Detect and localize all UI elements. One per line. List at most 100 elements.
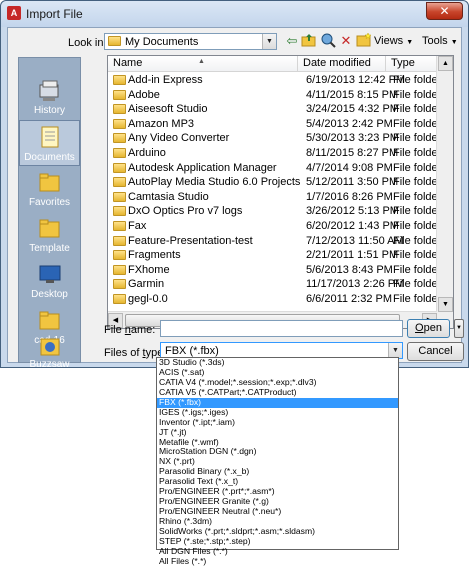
column-header-type[interactable]: Type	[386, 56, 437, 72]
file-type-option[interactable]: STEP (*.ste;*.stp;*.step)	[157, 537, 398, 547]
file-type-option[interactable]: SolidWorks (*.prt;*.sldprt;*.asm;*.sldas…	[157, 527, 398, 537]
file-type-option[interactable]: Inventor (*.ipt;*.iam)	[157, 418, 398, 428]
history-icon	[39, 80, 58, 101]
file-type-cell: File folder	[393, 161, 442, 174]
file-row[interactable]: Arduino 8/11/2015 8:27 PM File folder	[108, 146, 441, 161]
file-row[interactable]: DxO Optics Pro v7 logs 3/26/2012 5:13 PM F…	[108, 204, 441, 219]
file-type-option[interactable]: CATIA V5 (*.CATPart;*.CATProduct)	[157, 388, 398, 398]
file-type-option[interactable]: Metafile (*.wmf)	[157, 438, 398, 448]
places-item-desktop[interactable]: Desktop	[19, 258, 80, 304]
file-type-option[interactable]: Rhino (*.3dm)	[157, 517, 398, 527]
column-header-date[interactable]: Date modified	[298, 56, 386, 72]
search-web-icon[interactable]	[320, 32, 336, 50]
views-menu[interactable]: Views ▼	[374, 32, 418, 50]
date-modified-cell: 6/20/2012 1:43 PM	[306, 219, 399, 232]
file-row[interactable]: Any Video Converter 5/30/2013 3:23 PM File…	[108, 131, 441, 146]
places-item-buzzsaw[interactable]: Buzzsaw	[19, 338, 80, 370]
folder-icon	[113, 177, 126, 188]
file-type-cell: File folder	[393, 249, 442, 262]
file-list[interactable]: Name ▲ Date modified Type Add-in Express…	[107, 55, 454, 329]
file-row[interactable]: Amazon MP3 5/4/2013 2:42 PM File folder	[108, 117, 441, 132]
up-folder-icon[interactable]	[301, 32, 317, 50]
tools-menu[interactable]: Tools ▼	[422, 32, 460, 50]
date-modified-cell: 5/4/2013 2:42 PM	[306, 117, 393, 130]
file-name-cell: Any Video Converter	[128, 132, 230, 145]
file-row[interactable]: Feature-Presentation-test 7/12/2013 11:50…	[108, 234, 441, 249]
scroll-up-icon[interactable]: ▲	[438, 56, 453, 71]
file-type-option[interactable]: Pro/ENGINEER (*.prt*;*.asm*)	[157, 487, 398, 497]
file-row[interactable]: Garmin 11/17/2013 2:26 PM File folder	[108, 277, 441, 292]
cancel-button[interactable]: Cancel	[407, 342, 464, 361]
date-modified-cell: 7/12/2013 11:50 AM	[306, 234, 404, 247]
file-row[interactable]: Fragments 2/21/2011 1:51 PM File folder	[108, 248, 441, 263]
file-type-options-list[interactable]: 3D Studio (*.3ds) ACIS (*.sat) CATIA V4 (*…	[156, 357, 399, 566]
places-item-history[interactable]: History	[19, 74, 80, 120]
chevron-down-icon[interactable]: ▼	[388, 343, 402, 358]
file-type-option[interactable]: Pro/ENGINEER Neutral (*.neu*)	[157, 507, 398, 517]
open-button[interactable]: Open	[407, 319, 450, 338]
scroll-down-icon[interactable]: ▼	[438, 297, 453, 312]
file-row[interactable]: Camtasia Studio 1/7/2016 8:26 PM File fold…	[108, 190, 441, 205]
title-bar[interactable]: A Import File ✕	[1, 1, 468, 27]
places-item-template[interactable]: Template	[19, 212, 80, 258]
date-modified-cell: 5/12/2011 3:50 PM	[306, 176, 399, 189]
folder-icon	[113, 235, 126, 246]
file-type-option[interactable]: ACIS (*.sat)	[157, 368, 398, 378]
file-row[interactable]: Autodesk Application Manager 4/7/2014 9:0…	[108, 161, 441, 176]
file-row[interactable]: gegl-0.0 6/6/2011 2:32 PM File folder	[108, 292, 441, 307]
file-row[interactable]: AutoPlay Media Studio 6.0 Projects 5/12/2…	[108, 175, 441, 190]
look-in-dropdown[interactable]: My Documents ▼	[104, 33, 277, 50]
places-item-documents[interactable]: Documents	[19, 120, 80, 166]
file-row[interactable]: Aiseesoft Studio 3/24/2015 4:32 PM File fo…	[108, 102, 441, 117]
column-header-name[interactable]: Name ▲	[108, 56, 298, 72]
open-options-button[interactable]: ▼	[454, 319, 464, 338]
places-label: Buzzsaw	[29, 359, 70, 370]
vertical-scrollbar[interactable]: ▲ ▼	[436, 56, 453, 328]
file-name-cell: Camtasia Studio	[128, 190, 209, 203]
file-row[interactable]: Add-in Express 6/19/2013 12:42 PM File fol…	[108, 73, 441, 88]
folder-icon	[113, 264, 126, 275]
file-type-option[interactable]: Pro/ENGINEER Granite (*.g)	[157, 497, 398, 507]
folder-icon	[113, 89, 126, 100]
file-type-option[interactable]: MicroStation DGN (*.dgn)	[157, 447, 398, 457]
file-type-option[interactable]: All Files (*.*)	[157, 557, 398, 567]
file-type-option[interactable]: 3D Studio (*.3ds)	[157, 358, 398, 368]
file-name-input[interactable]	[160, 320, 403, 337]
chevron-down-icon[interactable]: ▼	[262, 34, 276, 49]
places-item-favorites[interactable]: Favorites	[19, 166, 80, 212]
file-type-option[interactable]: FBX (*.fbx)	[157, 397, 398, 408]
date-modified-cell: 1/7/2016 8:26 PM	[306, 190, 393, 203]
file-type-cell: File folder	[393, 205, 442, 218]
desktop-icon	[39, 265, 60, 283]
file-type-value: FBX (*.fbx)	[165, 345, 219, 357]
file-type-option[interactable]: Parasolid Binary (*.x_b)	[157, 467, 398, 477]
date-modified-cell: 4/7/2014 9:08 PM	[306, 161, 393, 174]
folder-icon	[113, 147, 126, 158]
date-modified-cell: 2/21/2011 1:51 PM	[306, 249, 399, 262]
back-arrow-icon[interactable]: ⇦	[284, 32, 300, 50]
folder-icon	[108, 36, 121, 46]
date-modified-cell: 3/24/2015 4:32 PM	[306, 103, 399, 116]
dialog-title: Import File	[26, 7, 83, 21]
template-folder-icon	[39, 219, 59, 238]
close-button[interactable]: ✕	[426, 2, 463, 20]
delete-icon[interactable]: ✕	[339, 32, 353, 50]
file-type-option[interactable]: NX (*.prt)	[157, 457, 398, 467]
file-row[interactable]: Adobe 4/11/2015 8:15 PM File folder	[108, 88, 441, 103]
file-type-option[interactable]: CATIA V4 (*.model;*.session;*.exp;*.dlv3…	[157, 378, 398, 388]
file-type-option[interactable]: IGES (*.igs;*.iges)	[157, 408, 398, 418]
folder-icon	[113, 206, 126, 217]
file-row[interactable]: Fax 6/20/2012 1:43 PM File folder	[108, 219, 441, 234]
folder-icon	[113, 191, 126, 202]
file-row[interactable]: FXhome 5/6/2013 8:43 PM File folder	[108, 263, 441, 278]
column-header-label: Name	[113, 57, 143, 69]
file-type-option[interactable]: JT (*.jt)	[157, 428, 398, 438]
folder-icon	[113, 293, 126, 304]
file-type-cell: File folder	[393, 117, 442, 130]
import-file-dialog: A Import File ✕ Look in: My Documents ▼ …	[0, 0, 469, 370]
folder-icon	[113, 104, 126, 115]
folder-icon	[113, 279, 126, 290]
new-folder-icon[interactable]	[356, 32, 372, 50]
file-type-option[interactable]: Parasolid Text (*.x_t)	[157, 477, 398, 487]
look-in-value: My Documents	[125, 36, 199, 48]
